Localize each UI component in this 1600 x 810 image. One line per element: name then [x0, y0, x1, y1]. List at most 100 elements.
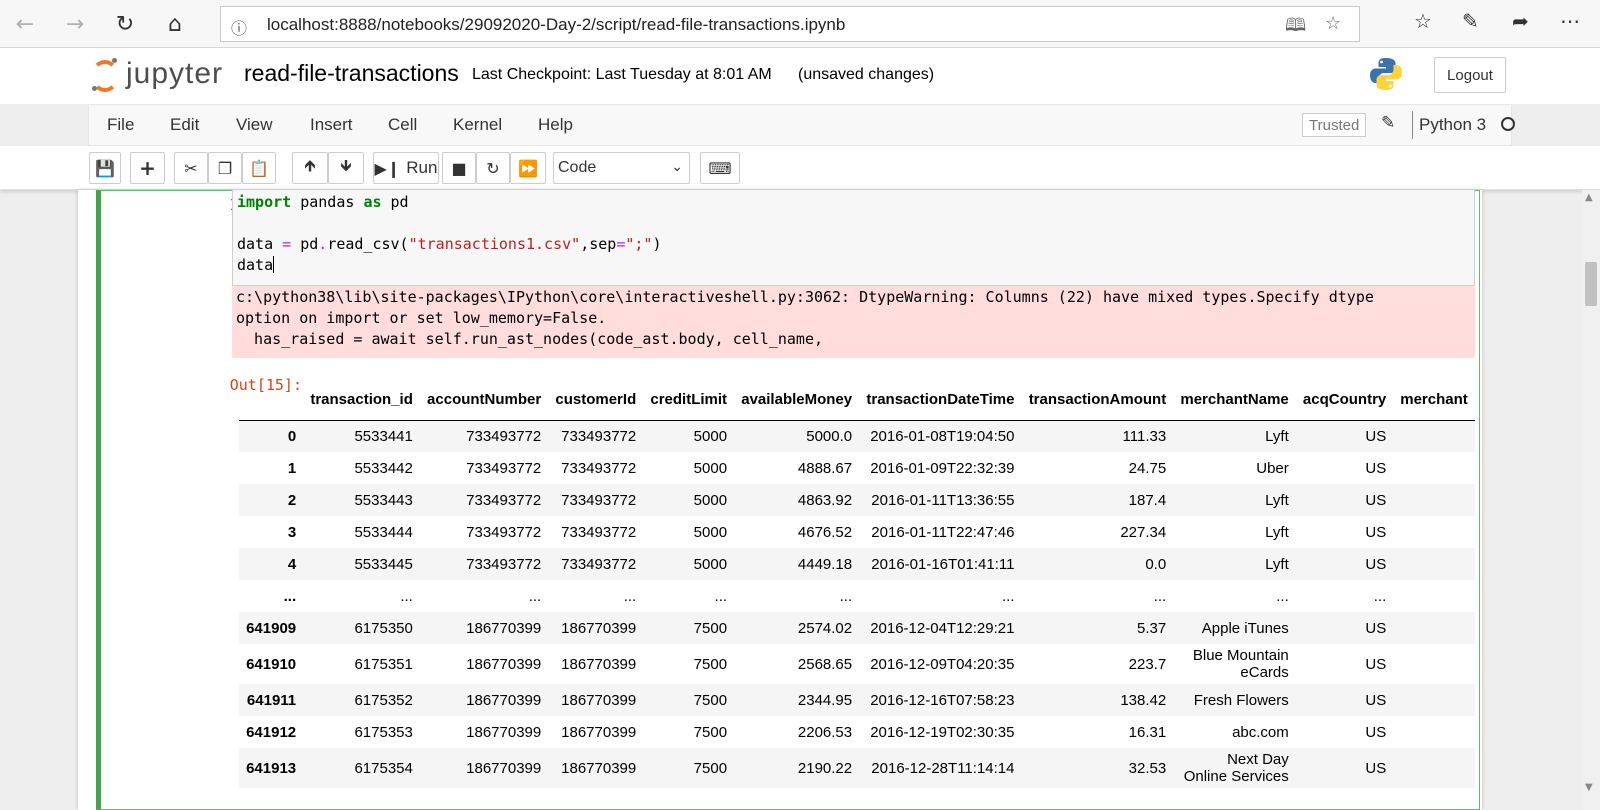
- table-cell: 733493772: [561, 427, 637, 445]
- last-checkpoint: Last Checkpoint: Last Tuesday at 8:01 AM: [472, 66, 772, 83]
- address-bar[interactable]: ⓘ localhost:8888/notebooks/29092020-Day-…: [220, 6, 1360, 42]
- row-index: 641912: [246, 723, 297, 741]
- menu-view[interactable]: View: [236, 115, 273, 135]
- table-cell: US: [1365, 655, 1387, 673]
- stderr-line: c:\python38\lib\site-packages\IPython\co…: [236, 288, 1374, 306]
- autosave-status: (unsaved changes): [798, 66, 935, 83]
- table-cell: 186770399: [466, 619, 542, 637]
- table-cell: abc.com: [1232, 723, 1289, 741]
- table-cell: 2568.65: [797, 655, 853, 673]
- table-body: 0 5533441 733493772 733493772 5000 5000.0 2016…: [239, 420, 1475, 788]
- notebook-title[interactable]: read-file-transactions: [244, 60, 459, 87]
- interrupt-stop-icon[interactable]: ■: [442, 152, 476, 184]
- stderr-line: option on import or set low_memory=False…: [236, 309, 607, 327]
- pen-notes-icon[interactable]: ✎: [1462, 9, 1479, 33]
- table-cell: US: [1365, 555, 1387, 573]
- table-cell: 2574.02: [797, 619, 853, 637]
- stderr-output: c:\python38\lib\site-packages\IPython\co…: [232, 286, 1475, 358]
- table-cell: 5533441: [354, 427, 413, 445]
- keyboard-shortcuts-icon[interactable]: ⌨: [700, 152, 740, 184]
- browser-toolbar: ← → ↻ ⌂ ⓘ localhost:8888/notebooks/29092…: [0, 0, 1600, 48]
- menu-kernel[interactable]: Kernel: [453, 115, 502, 135]
- more-menu-icon[interactable]: ⋯: [1560, 9, 1580, 33]
- table-cell: 733493772: [561, 459, 637, 477]
- logout-button[interactable]: Logout: [1434, 57, 1506, 93]
- notebook-toolbar: 💾 + ✂ ❐ 📋 🡹 🡻 ▶❙ Run ■ ↻ ⏩ Code ⌄ ⌨: [0, 146, 1600, 190]
- reading-view-icon[interactable]: 🕮: [1285, 13, 1306, 43]
- table-cell: 0.0: [1145, 555, 1167, 573]
- menu-edit[interactable]: Edit: [170, 115, 199, 135]
- table-cell: 2016-12-04T12:29:21: [870, 619, 1015, 637]
- jupyter-logo[interactable]: jupyter: [92, 56, 223, 92]
- table-cell: 7500: [693, 691, 728, 709]
- scroll-up-arrow-icon[interactable]: ▲: [1585, 192, 1593, 203]
- insert-cell-plus-icon[interactable]: +: [130, 152, 165, 184]
- move-down-arrow-icon[interactable]: 🡻: [328, 152, 364, 184]
- table-cell: [1393, 452, 1475, 484]
- column-header: accountNumber: [419, 380, 549, 421]
- cell-type-select[interactable]: Code ⌄: [553, 152, 690, 184]
- table-cell: 2016-01-11T13:36:55: [871, 491, 1015, 509]
- row-index: 1: [287, 459, 297, 477]
- paste-icon[interactable]: 📋: [242, 152, 276, 184]
- restart-kernel-icon[interactable]: ↻: [476, 152, 510, 184]
- column-header: transactionDateTime: [859, 380, 1022, 421]
- favorites-list-icon[interactable]: ☆: [1414, 9, 1432, 33]
- table-cell: 4863.92: [797, 491, 853, 509]
- move-up-arrow-icon[interactable]: 🡹: [292, 152, 328, 184]
- scroll-down-arrow-icon[interactable]: ▼: [1585, 782, 1593, 793]
- table-cell: Blue Mountain eCards: [1192, 647, 1289, 681]
- save-icon[interactable]: 💾: [89, 152, 121, 184]
- table-cell: 4888.67: [797, 459, 853, 477]
- menu-help[interactable]: Help: [538, 115, 573, 135]
- restart-run-all-icon[interactable]: ⏩: [510, 152, 546, 184]
- table-cell: Uber: [1256, 459, 1289, 477]
- table-cell: US: [1365, 427, 1387, 445]
- table-cell: 6175353: [354, 723, 413, 741]
- table-row: ..............................: [239, 580, 1475, 612]
- copy-icon[interactable]: ❐: [208, 152, 242, 184]
- table-cell: 186770399: [466, 723, 542, 741]
- table-cell: 4449.18: [797, 555, 853, 573]
- cut-scissors-icon[interactable]: ✂: [174, 152, 208, 184]
- row-index: 641910: [246, 655, 297, 673]
- table-cell: 2016-01-16T01:41:11: [871, 555, 1015, 573]
- row-index: 2: [287, 491, 297, 509]
- table-row: 641909 6175350 186770399 186770399 7500 2574.…: [239, 612, 1475, 644]
- table-cell: 5533442: [354, 459, 413, 477]
- table-cell: US: [1365, 759, 1387, 777]
- back-arrow-icon[interactable]: ←: [10, 9, 40, 39]
- menu-file[interactable]: File: [107, 115, 134, 135]
- trusted-badge[interactable]: Trusted: [1302, 113, 1367, 137]
- menu-insert[interactable]: Insert: [310, 115, 353, 135]
- table-cell: 2206.53: [797, 723, 853, 741]
- run-button[interactable]: ▶❙ Run: [373, 152, 439, 184]
- table-cell: Apple iTunes: [1201, 619, 1289, 637]
- table-cell: 32.53: [1128, 759, 1167, 777]
- home-icon[interactable]: ⌂: [160, 9, 190, 39]
- page-scrollbar[interactable]: ▲ ▼: [1582, 190, 1600, 810]
- jupyter-header: jupyter read-file-transactions Last Chec…: [0, 48, 1600, 104]
- table-cell: 5000: [693, 523, 728, 541]
- column-header: [239, 380, 304, 421]
- table-cell: 2016-01-11T22:47:46: [871, 523, 1015, 541]
- forward-arrow-icon[interactable]: →: [60, 9, 90, 39]
- table-row: 3 5533444 733493772 733493772 5000 4676.52 201…: [239, 516, 1475, 548]
- menu-cell[interactable]: Cell: [388, 115, 417, 135]
- share-icon[interactable]: ➦: [1512, 9, 1529, 33]
- table-cell: US: [1365, 491, 1387, 509]
- scrollbar-thumb[interactable]: [1585, 262, 1597, 306]
- url-text[interactable]: localhost:8888/notebooks/29092020-Day-2/…: [267, 15, 845, 35]
- table-cell: 187.4: [1128, 491, 1167, 509]
- menubar: File Edit View Insert Cell Kernel Help T…: [88, 104, 1515, 146]
- python-logo-icon: [1370, 58, 1402, 90]
- edit-pencil-icon[interactable]: ✎: [1381, 113, 1395, 133]
- site-info-icon[interactable]: ⓘ: [231, 15, 247, 39]
- favorite-star-icon[interactable]: ☆: [1325, 13, 1341, 34]
- refresh-icon[interactable]: ↻: [110, 9, 140, 39]
- code-editor[interactable]: import pandas as pd data = pd.read_csv("…: [232, 190, 1475, 286]
- table-cell: ...: [528, 587, 542, 605]
- table-cell: Lyft: [1265, 491, 1289, 509]
- notebook-container: In [15]: import pandas as pd data = pd.r…: [78, 190, 1482, 810]
- table-cell: 5533444: [354, 523, 413, 541]
